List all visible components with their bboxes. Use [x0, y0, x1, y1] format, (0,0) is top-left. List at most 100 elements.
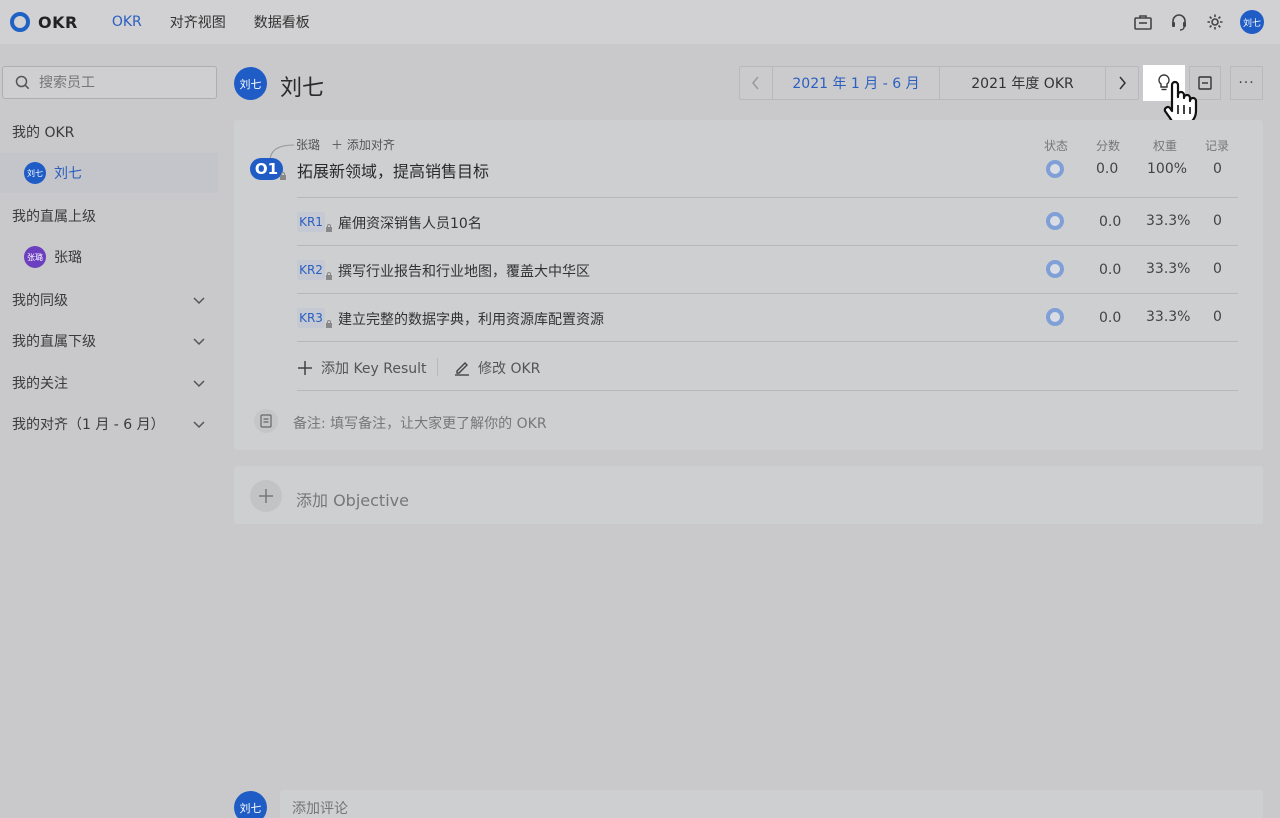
kr-weight[interactable]: 33.3%	[1146, 261, 1190, 277]
nav-alignment-view[interactable]: 对齐视图	[170, 12, 226, 32]
column-score: 分数	[1096, 139, 1121, 153]
list-icon	[1198, 76, 1212, 90]
top-right-tools: 刘七	[1118, 0, 1264, 44]
objective-records[interactable]: 0	[1213, 161, 1222, 177]
objective-title[interactable]: 拓展新领域，提高销售目标	[297, 158, 489, 182]
sidebar-section-label: 我的直属下级	[12, 334, 96, 350]
sidebar-section-subordinates[interactable]: 我的直属下级	[0, 321, 218, 361]
divider	[297, 390, 1238, 391]
sidebar-section-direct-superior[interactable]: 我的直属上级	[0, 196, 218, 236]
kr-records[interactable]: 0	[1213, 309, 1222, 325]
period-selector: 2021 年 1 月 - 6 月 2021 年度 OKR	[739, 66, 1139, 100]
sidebar-person-zhanglu[interactable]: 张璐 张璐	[0, 237, 218, 277]
objective-score[interactable]: 0.0	[1096, 161, 1118, 177]
sidebar-section-label: 我的对齐（1 月 - 6 月）	[12, 417, 165, 433]
kr-badge: KR1	[297, 212, 325, 232]
status-icon[interactable]	[1046, 308, 1064, 326]
avatar: 刘七	[24, 162, 46, 184]
divider	[297, 245, 1238, 246]
lock-icon	[326, 224, 332, 232]
aligned-to-user[interactable]: 张璐	[296, 136, 320, 153]
chevron-down-icon	[193, 421, 205, 429]
lock-icon	[326, 272, 332, 280]
app-title: OKR	[38, 12, 78, 32]
kr-weight[interactable]: 33.3%	[1146, 309, 1190, 325]
employee-search[interactable]	[2, 66, 217, 99]
column-status: 状态	[1044, 139, 1069, 153]
lock-icon	[280, 172, 286, 180]
sidebar-section-label: 我的 OKR	[12, 125, 75, 141]
user-avatar-top[interactable]: 刘七	[1240, 10, 1264, 34]
add-key-result-button[interactable]: 添加 Key Result	[297, 358, 427, 378]
top-nav-bar: OKR OKR 对齐视图 数据看板 刘七	[0, 0, 1280, 44]
status-icon[interactable]	[1046, 160, 1064, 178]
column-weight: 权重	[1153, 139, 1178, 153]
nav-data-board[interactable]: 数据看板	[254, 12, 310, 32]
sidebar-section-label: 我的关注	[12, 376, 68, 392]
sidebar: 我的 OKR 刘七 刘七 我的直属上级 张璐 张璐 我的同级 我的直属下级 我的…	[0, 44, 218, 818]
more-button[interactable]: ···	[1230, 66, 1263, 100]
plus-icon	[298, 361, 312, 375]
status-icon[interactable]	[1046, 212, 1064, 230]
sidebar-section-my-alignment[interactable]: 我的对齐（1 月 - 6 月）	[0, 404, 218, 444]
search-input[interactable]	[39, 74, 199, 91]
comment-box	[280, 790, 1263, 818]
kr-records[interactable]: 0	[1213, 213, 1222, 229]
kr-score[interactable]: 0.0	[1099, 310, 1121, 326]
divider	[297, 197, 1238, 198]
sidebar-person-name: 张璐	[54, 250, 82, 266]
page-title: 刘七	[280, 76, 325, 101]
divider	[297, 341, 1238, 342]
kr-title[interactable]: 雇佣资深销售人员10名	[338, 213, 482, 233]
sidebar-section-label: 我的同级	[12, 293, 68, 309]
kr-score[interactable]: 0.0	[1099, 214, 1121, 230]
objective-weight[interactable]: 100%	[1147, 161, 1187, 177]
next-period-button[interactable]	[1106, 67, 1138, 99]
comment-avatar: 刘七	[234, 791, 267, 818]
chevron-down-icon	[193, 338, 205, 346]
app-logo[interactable]: OKR	[10, 12, 78, 32]
headset-icon[interactable]	[1168, 11, 1190, 33]
sidebar-section-peers[interactable]: 我的同级	[0, 280, 218, 320]
divider	[437, 358, 438, 376]
sidebar-section-label: 我的直属上级	[12, 209, 96, 225]
add-objective-label: 添加 Objective	[296, 491, 409, 510]
note-icon	[254, 409, 278, 433]
kr-weight[interactable]: 33.3%	[1146, 213, 1190, 229]
lock-icon	[326, 320, 332, 328]
chevron-down-icon	[193, 297, 205, 305]
plus-icon	[250, 480, 282, 512]
kr-title[interactable]: 建立完整的数据字典，利用资源库配置资源	[338, 309, 604, 329]
kr-records[interactable]: 0	[1213, 261, 1222, 277]
kr-score[interactable]: 0.0	[1099, 262, 1121, 278]
column-records: 记录	[1205, 139, 1230, 153]
sidebar-section-following[interactable]: 我的关注	[0, 363, 218, 403]
note-input[interactable]: 备注: 填写备注，让大家更了解你的 OKR	[293, 413, 547, 433]
add-alignment-label: 添加对齐	[346, 138, 395, 152]
chevron-down-icon	[193, 380, 205, 388]
status-icon[interactable]	[1046, 260, 1064, 278]
edit-okr-button[interactable]: 修改 OKR	[454, 358, 540, 378]
nav-okr[interactable]: OKR	[112, 14, 142, 30]
divider	[297, 293, 1238, 294]
add-alignment-link[interactable]: ＋ 添加对齐	[331, 136, 395, 153]
chevron-right-icon	[1119, 76, 1126, 90]
add-objective-button[interactable]: 添加 Objective	[234, 466, 1263, 524]
prev-period-button[interactable]	[740, 67, 772, 99]
period-range[interactable]: 2021 年 1 月 - 6 月	[772, 67, 940, 99]
pencil-icon	[455, 362, 469, 376]
kr-badge: KR3	[297, 308, 325, 328]
search-icon	[15, 75, 31, 91]
kr-badge: KR2	[297, 260, 325, 280]
briefcase-icon[interactable]	[1132, 11, 1154, 33]
settings-icon[interactable]	[1204, 11, 1226, 33]
page-user-avatar: 刘七	[234, 67, 267, 100]
edit-okr-label: 修改 OKR	[478, 361, 541, 377]
chevron-left-icon	[752, 76, 759, 90]
comment-input[interactable]	[292, 801, 692, 817]
sidebar-section-my-okr[interactable]: 我的 OKR	[0, 112, 218, 152]
period-cycle[interactable]: 2021 年度 OKR	[940, 67, 1106, 99]
kr-title[interactable]: 撰写行业报告和行业地图，覆盖大中华区	[338, 261, 590, 281]
avatar: 张璐	[24, 246, 46, 268]
sidebar-person-liuqi[interactable]: 刘七 刘七	[0, 153, 218, 193]
